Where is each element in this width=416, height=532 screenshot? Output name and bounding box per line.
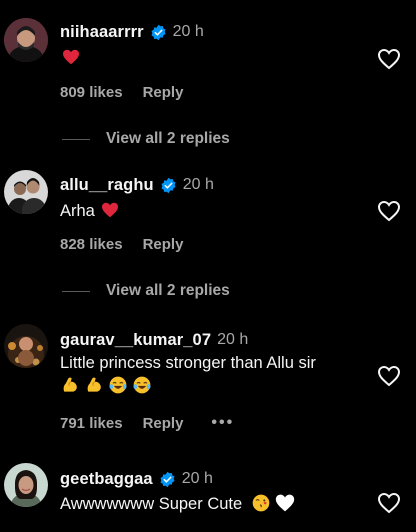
divider-line [62, 290, 90, 292]
likes-count[interactable]: 791 likes [60, 415, 123, 432]
flexed-biceps-emoji-icon [63, 377, 77, 392]
avatar[interactable] [4, 324, 48, 368]
likes-count[interactable]: 809 likes [60, 84, 123, 101]
face-blowing-kiss-emoji-icon [252, 494, 270, 512]
view-replies-label: View all 2 replies [106, 282, 230, 299]
comment-text: Arha [60, 202, 95, 220]
tears-of-joy-emoji-icon [109, 376, 127, 394]
like-heart-icon[interactable] [377, 200, 401, 222]
avatar[interactable] [4, 18, 48, 62]
reply-button[interactable]: Reply [143, 84, 184, 101]
like-heart-icon[interactable] [377, 365, 401, 387]
like-heart-icon[interactable] [377, 492, 401, 514]
view-replies-label: View all 2 replies [106, 130, 230, 147]
comment-text-row: Awwwwwww Super Cute [60, 492, 299, 516]
verified-badge-icon [151, 24, 166, 40]
comment-text: Little princess stronger than Allu sir [60, 354, 316, 372]
avatar[interactable] [4, 463, 48, 507]
flexed-biceps-emoji-icon [87, 377, 101, 392]
like-heart-icon[interactable] [377, 48, 401, 70]
comment-text: Awwwwwww Super Cute [60, 495, 243, 513]
timestamp: 20 h [217, 331, 249, 348]
view-replies-button[interactable]: View all 2 replies [62, 282, 230, 300]
username[interactable]: gaurav__kumar_07 [60, 331, 211, 350]
comment-text-row: Arha [60, 199, 119, 223]
tears-of-joy-emoji-icon [133, 376, 151, 394]
timestamp: 20 h [181, 470, 213, 487]
red-heart-emoji-icon [101, 202, 118, 218]
person-hoodie-avatar-icon [4, 18, 48, 62]
likes-count[interactable]: 828 likes [60, 236, 123, 253]
verified-badge-icon [160, 471, 175, 487]
more-options-button[interactable]: ••• [211, 414, 234, 432]
candle-child-avatar-icon [4, 324, 48, 368]
two-people-avatar-icon [4, 170, 48, 214]
view-replies-button[interactable]: View all 2 replies [62, 130, 230, 148]
white-heart-emoji-icon [275, 494, 294, 512]
timestamp: 20 h [182, 176, 214, 193]
verified-badge-icon [161, 177, 176, 193]
username[interactable]: allu__raghu [60, 176, 154, 195]
comment-emojis [60, 374, 156, 398]
reply-button[interactable]: Reply [143, 236, 184, 253]
woman-avatar-icon [4, 463, 48, 507]
divider-line [62, 138, 90, 140]
username[interactable]: niihaaarrrr [60, 23, 144, 42]
username[interactable]: geetbaggaa [60, 470, 153, 489]
comment-text [60, 46, 80, 70]
red-heart-emoji-icon [63, 49, 79, 65]
avatar[interactable] [4, 170, 48, 214]
timestamp: 20 h [172, 23, 204, 40]
reply-button[interactable]: Reply [143, 415, 184, 432]
